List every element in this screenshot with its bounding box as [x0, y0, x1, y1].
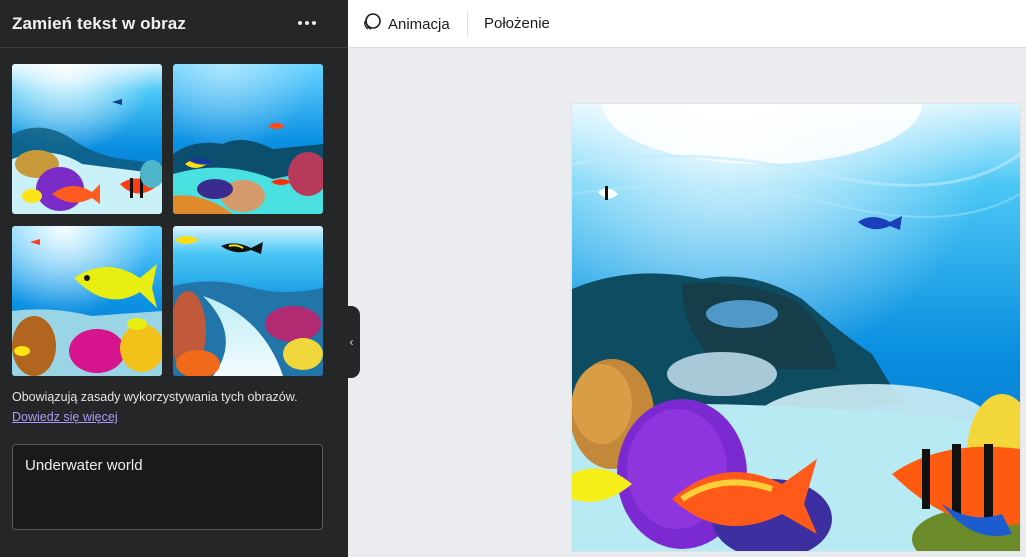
- position-button[interactable]: Położenie: [484, 15, 550, 32]
- result-thumbnail-1[interactable]: [12, 64, 162, 214]
- animation-button[interactable]: Animacja: [362, 12, 450, 36]
- panel-title: Zamień tekst w obraz: [12, 14, 186, 33]
- prompt-field[interactable]: [12, 444, 323, 530]
- result-thumbnail-3[interactable]: [12, 226, 162, 376]
- learn-more-link[interactable]: Dowiedz się więcej: [12, 410, 118, 424]
- result-thumbnail-4[interactable]: [173, 226, 323, 376]
- canvas-image[interactable]: [572, 104, 1020, 551]
- top-toolbar: Animacja Położenie: [348, 0, 1026, 48]
- animation-label: Animacja: [388, 15, 450, 33]
- usage-notice: Obowiązują zasady wykorzystywania tych o…: [12, 390, 298, 404]
- animation-icon: [362, 12, 382, 37]
- toolbar-divider: [467, 11, 468, 37]
- prompt-input[interactable]: [25, 457, 310, 517]
- result-thumbnail-2[interactable]: [173, 64, 323, 214]
- more-options-icon[interactable]: [294, 12, 320, 34]
- collapse-panel-button[interactable]: ‹: [343, 306, 360, 378]
- panel-header: Zamień tekst w obraz: [0, 0, 348, 48]
- chevron-left-icon: ‹: [349, 335, 354, 349]
- side-panel: Zamień tekst w obraz Obowiązują zasady w…: [0, 0, 348, 557]
